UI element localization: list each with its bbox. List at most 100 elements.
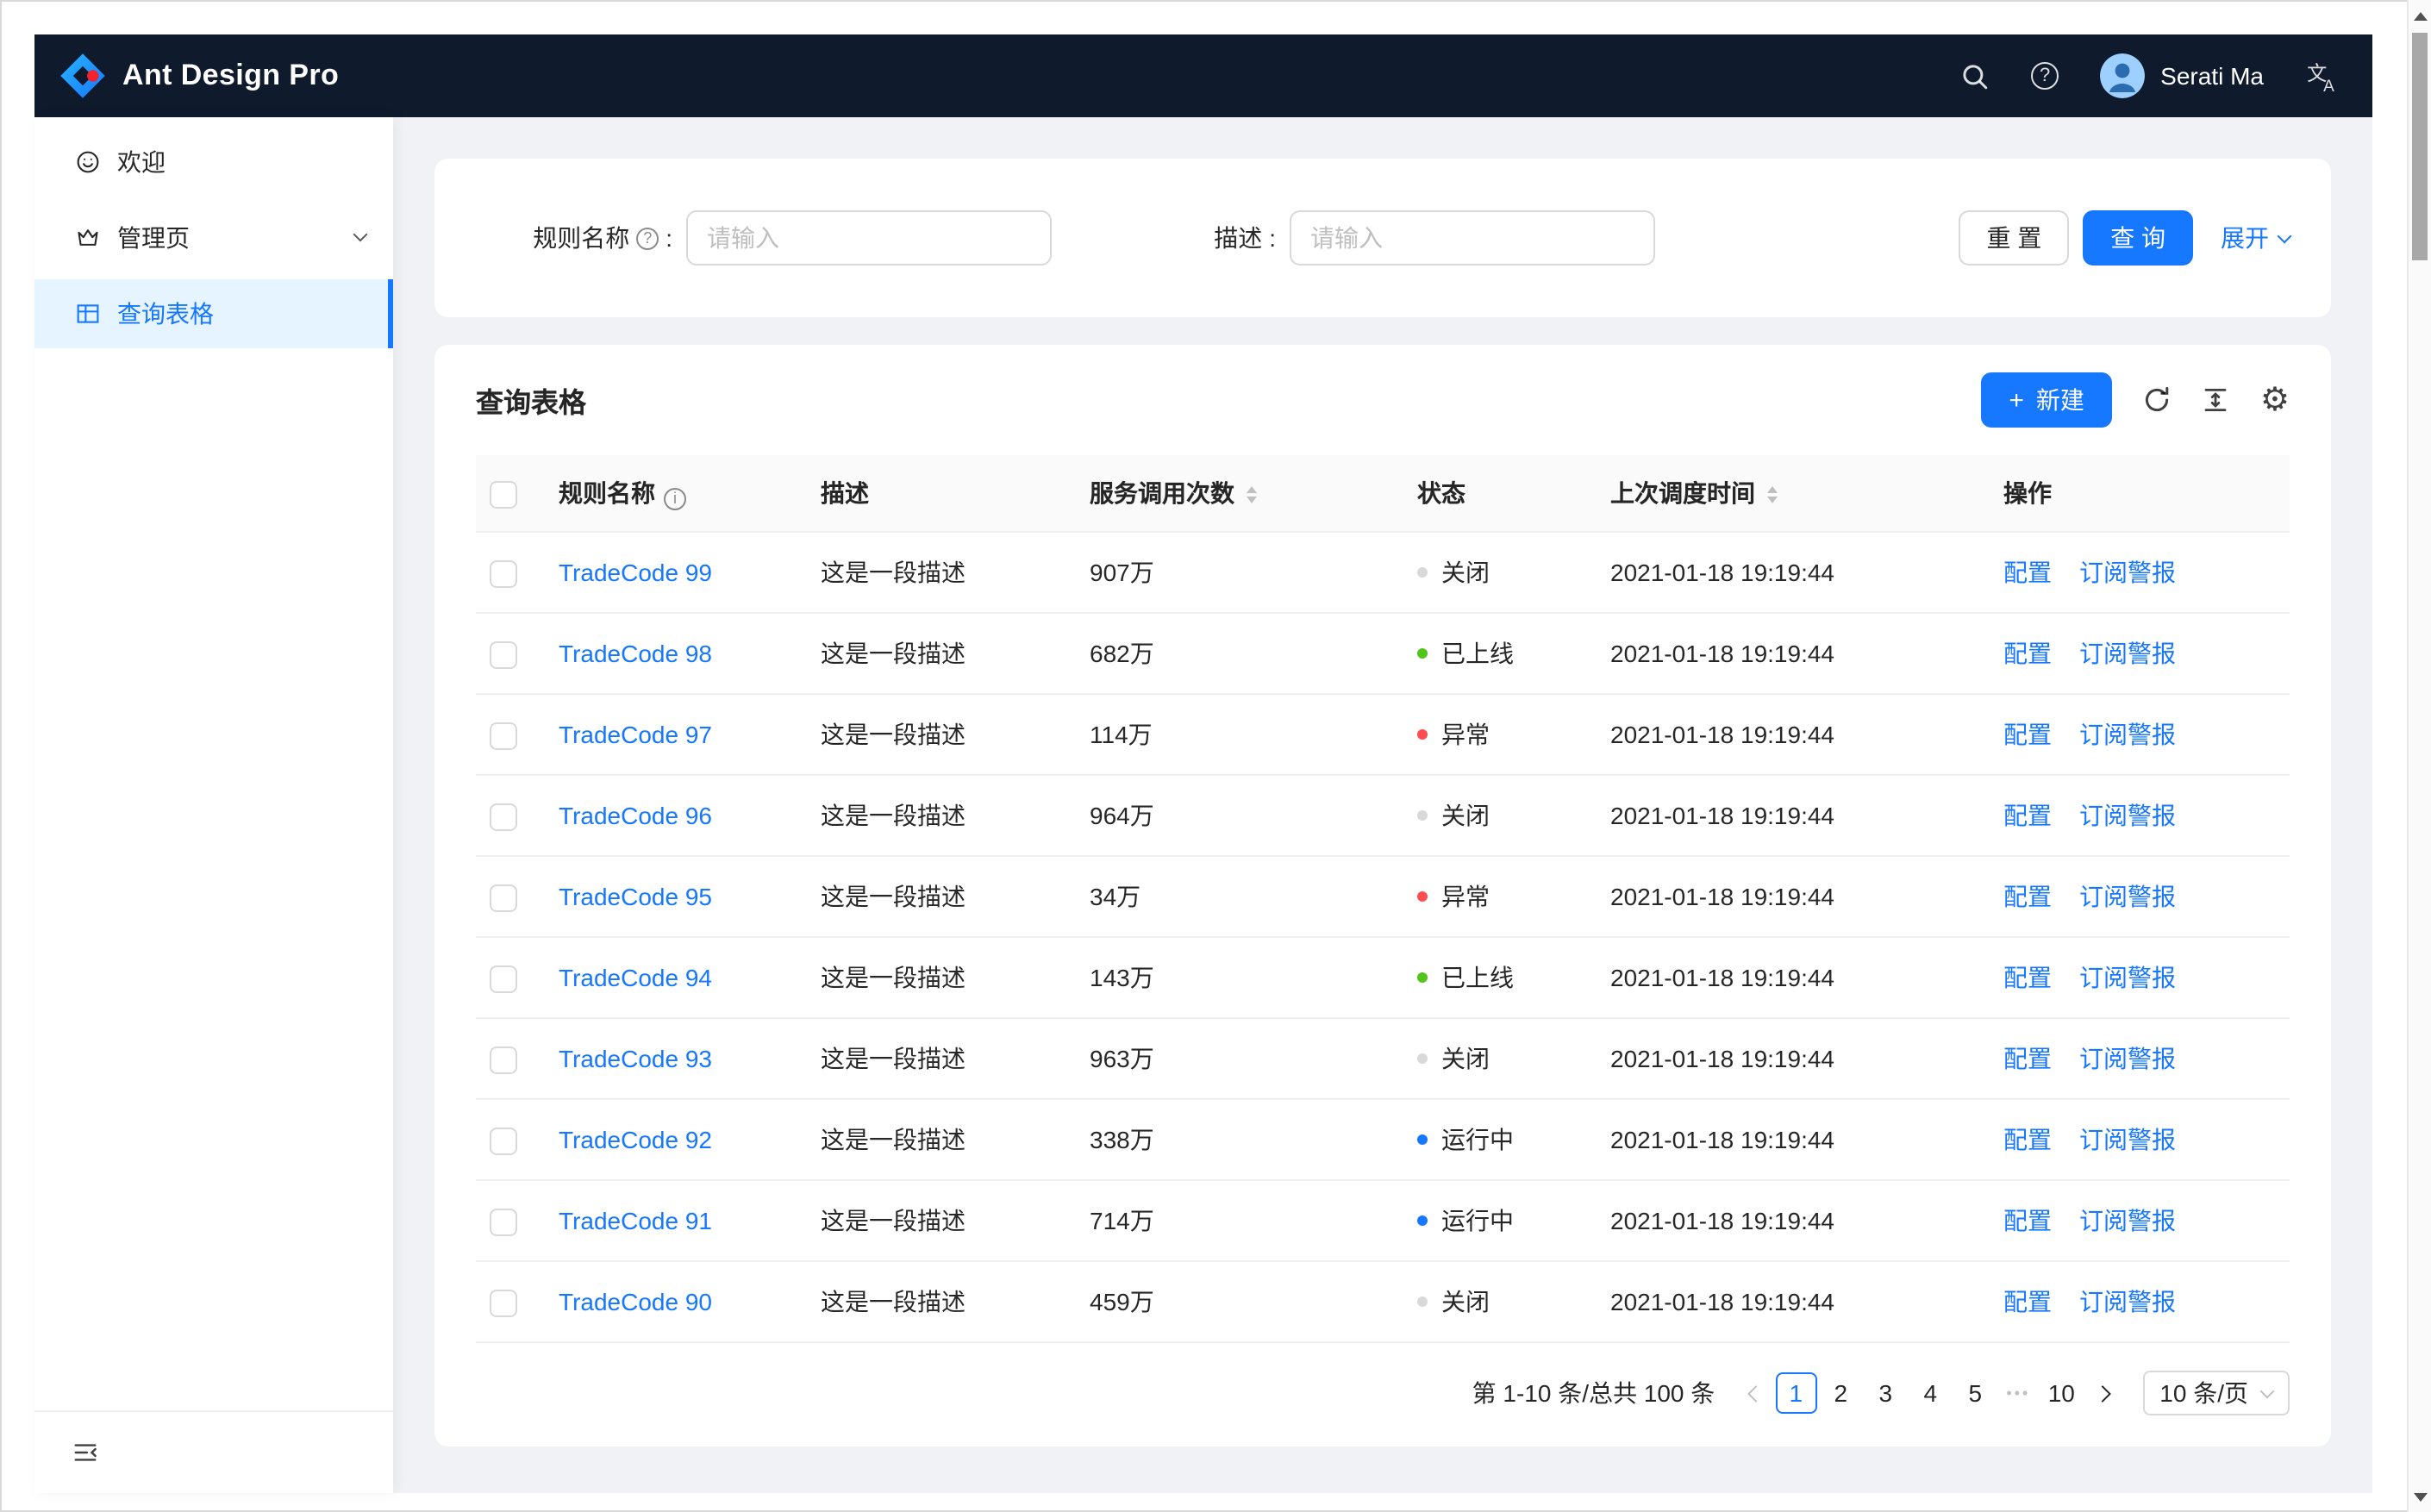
chevron-down-icon [2259, 1383, 2275, 1398]
subscribe-alert-link[interactable]: 订阅警报 [2079, 1126, 2176, 1153]
configure-link[interactable]: 配置 [2003, 883, 2052, 910]
question-circle-icon[interactable]: ? [636, 227, 659, 249]
row-checkbox[interactable] [490, 803, 517, 831]
rule-name-link[interactable]: TradeCode 97 [559, 721, 712, 748]
service-calls-cell: 338万 [1062, 1099, 1390, 1181]
scroll-down-arrow[interactable] [2409, 1483, 2431, 1510]
prev-page-button[interactable] [1732, 1372, 1773, 1414]
status-dot-icon [1417, 1296, 1428, 1307]
page-item-5[interactable]: 5 [1954, 1372, 1996, 1414]
row-checkbox[interactable] [490, 965, 517, 993]
description-cell: 这是一段描述 [793, 1018, 1062, 1100]
subscribe-alert-link[interactable]: 订阅警报 [2079, 1288, 2176, 1315]
rule-name-link[interactable]: TradeCode 96 [559, 802, 712, 829]
info-circle-icon[interactable]: i [664, 487, 686, 509]
help-icon[interactable]: ? [2031, 62, 2059, 90]
logo[interactable]: Ant Design Pro [59, 52, 339, 100]
configure-link[interactable]: 配置 [2003, 1207, 2052, 1234]
subscribe-alert-link[interactable]: 订阅警报 [2079, 559, 2176, 586]
subscribe-alert-link[interactable]: 订阅警报 [2079, 802, 2176, 829]
settings-icon[interactable]: ⚙ [2260, 384, 2290, 416]
row-checkbox[interactable] [490, 884, 517, 912]
configure-link[interactable]: 配置 [2003, 964, 2052, 991]
subscribe-alert-link[interactable]: 订阅警报 [2079, 964, 2176, 991]
configure-link[interactable]: 配置 [2003, 721, 2052, 748]
row-checkbox[interactable] [490, 559, 517, 588]
page-item-3[interactable]: 3 [1865, 1372, 1906, 1414]
filter-card: 规则名称 ? : 描述 : [434, 159, 2331, 317]
translate-icon[interactable]: 文 A [2305, 59, 2338, 92]
configure-link[interactable]: 配置 [2003, 802, 2052, 829]
configure-link[interactable]: 配置 [2003, 1045, 2052, 1072]
page-item-1[interactable]: 1 [1775, 1372, 1817, 1414]
configure-link[interactable]: 配置 [2003, 559, 2052, 586]
rule-name-input[interactable] [686, 210, 1052, 266]
status-cell: 异常 [1390, 856, 1583, 938]
row-checkbox[interactable] [490, 1127, 517, 1155]
scrollbar[interactable] [2407, 0, 2431, 1512]
search-icon[interactable] [1960, 61, 1990, 91]
scrollbar-thumb[interactable] [2412, 33, 2428, 260]
description-cell: 这是一段描述 [793, 856, 1062, 938]
page-size-select[interactable]: 10 条/页 [2142, 1371, 2290, 1415]
reset-button[interactable]: 重 置 [1959, 210, 2070, 266]
avatar [2100, 53, 2146, 98]
sidebar-footer [34, 1410, 393, 1493]
row-checkbox[interactable] [490, 640, 517, 669]
row-checkbox[interactable] [490, 722, 517, 750]
description-input[interactable] [1290, 210, 1655, 266]
row-checkbox[interactable] [490, 1208, 517, 1236]
density-icon[interactable] [2202, 386, 2229, 414]
subscribe-alert-link[interactable]: 订阅警报 [2079, 640, 2176, 667]
sorter-icons[interactable] [1247, 486, 1257, 504]
rule-name-link[interactable]: TradeCode 94 [559, 964, 712, 991]
user-menu[interactable]: Serati Ma [2100, 53, 2264, 98]
row-checkbox[interactable] [490, 1289, 517, 1317]
status-dot-icon [1417, 891, 1428, 902]
sidebar-item-admin[interactable]: 管理页 [34, 203, 393, 272]
select-all-checkbox[interactable] [490, 480, 517, 509]
status-text: 关闭 [1441, 1045, 1490, 1072]
configure-link[interactable]: 配置 [2003, 1126, 2052, 1153]
app-header: Ant Design Pro ? Serati Ma 文 A [34, 34, 2372, 117]
menu-fold-icon[interactable] [72, 1440, 98, 1465]
configure-link[interactable]: 配置 [2003, 1288, 2052, 1315]
page-list: 1 2 3 4 5 ••• 10 [1773, 1372, 2084, 1414]
subscribe-alert-link[interactable]: 订阅警报 [2079, 721, 2176, 748]
page-item-10[interactable]: 10 [2040, 1372, 2082, 1414]
page-jump-ellipsis[interactable]: ••• [1997, 1384, 2039, 1402]
reload-icon[interactable] [2143, 386, 2171, 414]
sidebar-item-table-list[interactable]: 查询表格 [34, 279, 393, 348]
table-row: TradeCode 97 这是一段描述 114万 异常 2021-01-18 19:19… [476, 694, 2290, 776]
last-schedule-time-cell: 2021-01-18 19:19:44 [1583, 613, 1976, 695]
page-item-4[interactable]: 4 [1909, 1372, 1951, 1414]
subscribe-alert-link[interactable]: 订阅警报 [2079, 1207, 2176, 1234]
description-cell: 这是一段描述 [793, 1261, 1062, 1343]
app-title: Ant Design Pro [122, 59, 340, 91]
rule-name-link[interactable]: TradeCode 90 [559, 1288, 712, 1315]
next-page-button[interactable] [2084, 1372, 2125, 1414]
rule-name-link[interactable]: TradeCode 93 [559, 1045, 712, 1072]
subscribe-alert-link[interactable]: 订阅警报 [2079, 1045, 2176, 1072]
expand-link[interactable]: 展开 [2221, 221, 2292, 255]
last-schedule-time-cell: 2021-01-18 19:19:44 [1583, 694, 1976, 776]
search-button[interactable]: 查 询 [2083, 210, 2193, 266]
sidebar-item-label: 管理页 [117, 224, 190, 252]
sidebar-item-welcome[interactable]: 欢迎 [34, 128, 393, 197]
scroll-up-arrow[interactable] [2409, 2, 2431, 29]
page-item-2[interactable]: 2 [1820, 1372, 1861, 1414]
new-button[interactable]: + 新建 [1981, 372, 2112, 428]
rule-name-link[interactable]: TradeCode 95 [559, 883, 712, 910]
sidebar-item-label: 欢迎 [117, 148, 166, 176]
subscribe-alert-link[interactable]: 订阅警报 [2079, 883, 2176, 910]
row-checkbox[interactable] [490, 1046, 517, 1074]
last-schedule-time-cell: 2021-01-18 19:19:44 [1583, 775, 1976, 857]
rule-name-link[interactable]: TradeCode 92 [559, 1126, 712, 1153]
rule-name-link[interactable]: TradeCode 99 [559, 559, 712, 586]
configure-link[interactable]: 配置 [2003, 640, 2052, 667]
sidebar-item-label: 查询表格 [117, 300, 214, 328]
rule-name-link[interactable]: TradeCode 91 [559, 1207, 712, 1234]
sidebar-menu: 欢迎 管理页 查询表格 [34, 117, 393, 1410]
rule-name-link[interactable]: TradeCode 98 [559, 640, 712, 667]
sorter-icons[interactable] [1767, 486, 1778, 504]
